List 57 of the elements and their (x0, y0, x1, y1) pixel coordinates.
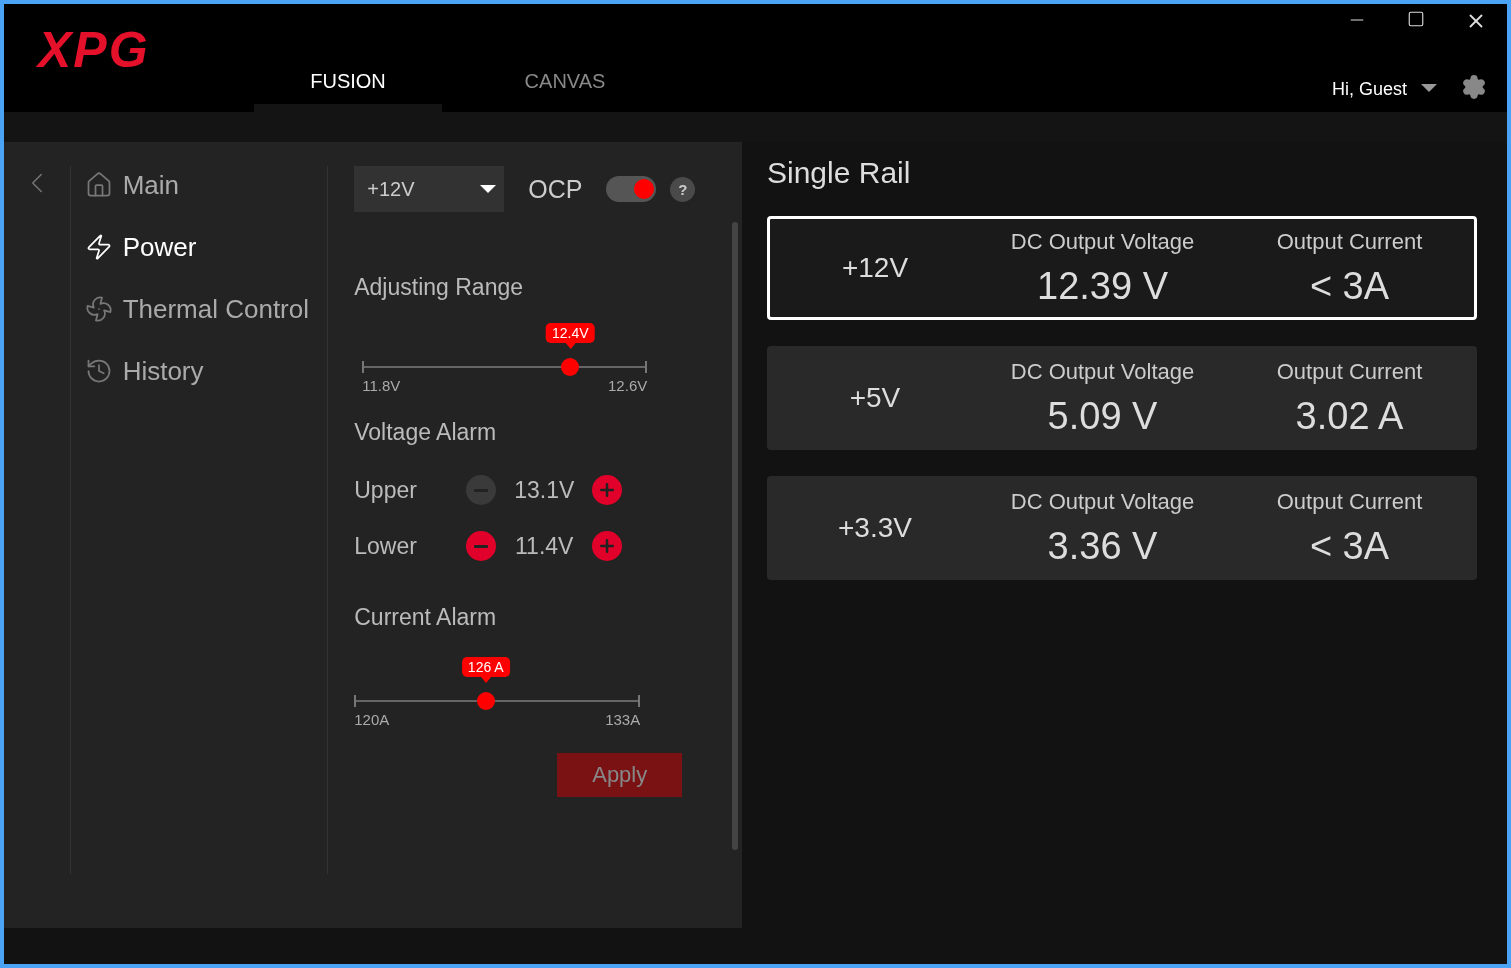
sidebar-item[interactable]: Power (84, 228, 328, 266)
increase-button[interactable] (592, 475, 623, 505)
rail-card[interactable]: +5V DC Output Voltage 5.09 V Output Current 3.02 A (767, 346, 1477, 450)
ocp-label: OCP (528, 174, 583, 204)
logo: XPG (35, 21, 151, 74)
section-title: Voltage Alarm (354, 419, 498, 446)
tooltip-pointer-icon (565, 343, 576, 349)
scrollbar[interactable] (732, 222, 738, 850)
rail-name: +3.3V (837, 512, 913, 544)
alarm-label: Lower (354, 532, 418, 560)
slider-max-label: 133A (605, 711, 641, 728)
voltage-value: 3.36 V (1047, 524, 1158, 568)
value-tooltip: 126 A (461, 657, 510, 677)
alarm-value: 13.1V (513, 476, 576, 504)
rail-name: +5V (848, 382, 902, 414)
current-label: Output Current (1276, 228, 1423, 255)
alarm-value: 11.4V (514, 532, 575, 560)
slider-min-label: 120A (354, 711, 390, 728)
voltage-value: 5.09 V (1047, 394, 1158, 438)
rail-name: +12V (840, 252, 910, 284)
tab[interactable]: CANVAS (442, 60, 688, 112)
voltage-label: DC Output Voltage (1010, 488, 1195, 515)
fan-icon (84, 295, 113, 323)
current-value: < 3A (1309, 524, 1390, 568)
increase-button[interactable] (592, 531, 623, 561)
slider-max-label: 12.6V (608, 377, 648, 394)
settings-icon[interactable] (1461, 74, 1487, 100)
help-button[interactable]: ? (670, 176, 696, 202)
value-tooltip: 12.4V (546, 323, 595, 343)
decrease-button[interactable] (466, 531, 497, 561)
caret-icon (480, 185, 497, 193)
slider-thumb[interactable] (476, 692, 495, 710)
dropdown-caret-icon[interactable] (1421, 84, 1437, 92)
section-title: Adjusting Range (354, 274, 525, 301)
sidebar-item[interactable]: History (84, 352, 328, 390)
maximize-icon[interactable] (1407, 10, 1425, 28)
sidebar-item[interactable]: Thermal Control (84, 290, 328, 328)
section-title: Single Rail (767, 156, 912, 190)
current-value: < 3A (1309, 264, 1390, 308)
sidebar-item[interactable]: Main (84, 166, 328, 204)
rail-dropdown[interactable]: +12V (354, 166, 505, 212)
tooltip-pointer-icon (480, 677, 491, 683)
current-label: Output Current (1276, 358, 1423, 385)
voltage-value: 12.39 V (1037, 264, 1168, 308)
voltage-label: DC Output Voltage (1010, 228, 1195, 255)
slider-thumb[interactable] (561, 358, 580, 376)
section-title: Current Alarm (354, 604, 498, 631)
slider-min-label: 11.8V (362, 377, 401, 394)
rail-card[interactable]: +3.3V DC Output Voltage 3.36 V Output Current < 3A (767, 476, 1477, 580)
current-value: 3.02 A (1295, 394, 1404, 438)
minus-icon (474, 544, 489, 548)
ocp-toggle[interactable] (606, 176, 657, 202)
user-greeting[interactable]: Hi, Guest (1331, 79, 1407, 100)
alarm-label: Upper (354, 476, 418, 504)
rail-card[interactable]: +12V DC Output Voltage 12.39 V Output Current < 3A (767, 216, 1477, 320)
current-label: Output Current (1276, 488, 1423, 515)
voltage-label: DC Output Voltage (1010, 358, 1195, 385)
